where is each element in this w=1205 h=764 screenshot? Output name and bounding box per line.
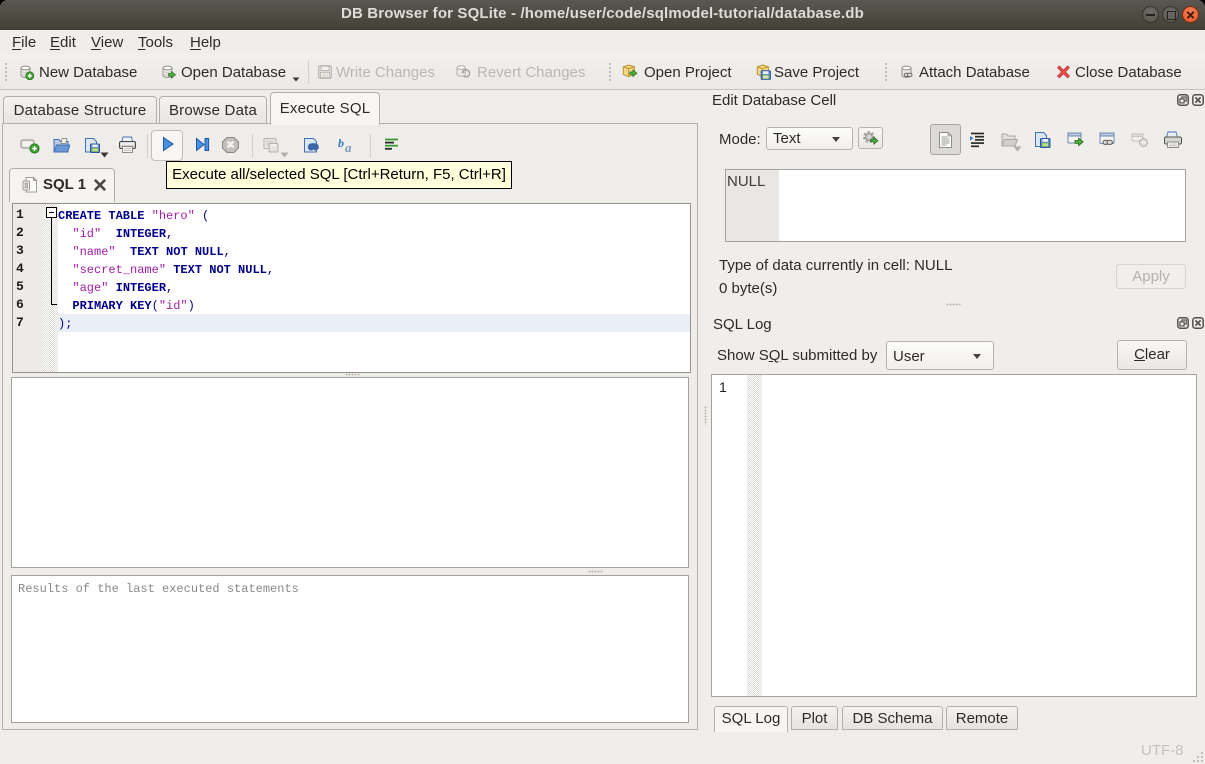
svg-text:b: b <box>338 136 344 150</box>
svg-text:a: a <box>345 140 352 154</box>
